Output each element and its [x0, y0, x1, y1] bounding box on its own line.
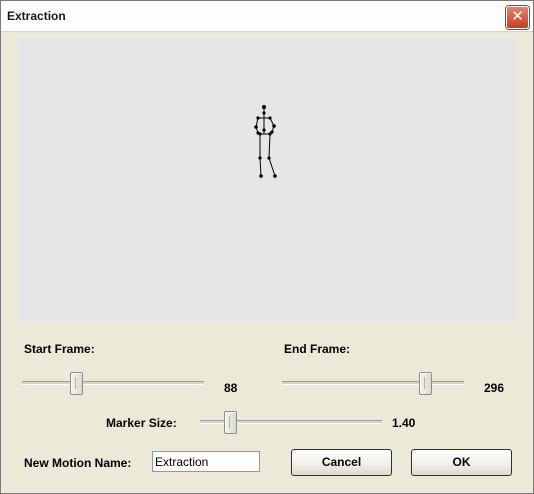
extraction-dialog: Extraction ✕ Start Frame: End Frame: 88 … [0, 0, 534, 494]
close-icon: ✕ [511, 8, 524, 25]
start-frame-label: Start Frame: [24, 342, 95, 356]
window-title: Extraction [7, 9, 66, 23]
marker-size-value: 1.40 [392, 416, 416, 430]
slider-thumb[interactable] [70, 372, 83, 395]
slider-thumb[interactable] [224, 411, 237, 434]
start-frame-value: 88 [224, 381, 238, 395]
close-button[interactable]: ✕ [506, 6, 529, 29]
slider-track [282, 381, 464, 385]
marker-size-label: Marker Size: [106, 416, 177, 430]
end-frame-value: 296 [484, 381, 505, 395]
motion-preview-viewport[interactable] [17, 38, 518, 324]
motion-name-input[interactable] [152, 451, 260, 472]
slider-thumb[interactable] [419, 372, 432, 395]
skeleton-figure [254, 105, 277, 178]
title-bar[interactable]: Extraction ✕ [1, 1, 533, 32]
end-frame-label: End Frame: [284, 342, 351, 356]
slider-track [22, 381, 204, 385]
ok-button[interactable]: OK [411, 449, 512, 476]
motion-name-label: New Motion Name: [24, 456, 132, 470]
end-frame-slider[interactable] [282, 372, 464, 395]
start-frame-slider[interactable] [22, 372, 204, 395]
cancel-button[interactable]: Cancel [291, 449, 392, 476]
marker-size-slider[interactable] [200, 411, 382, 434]
